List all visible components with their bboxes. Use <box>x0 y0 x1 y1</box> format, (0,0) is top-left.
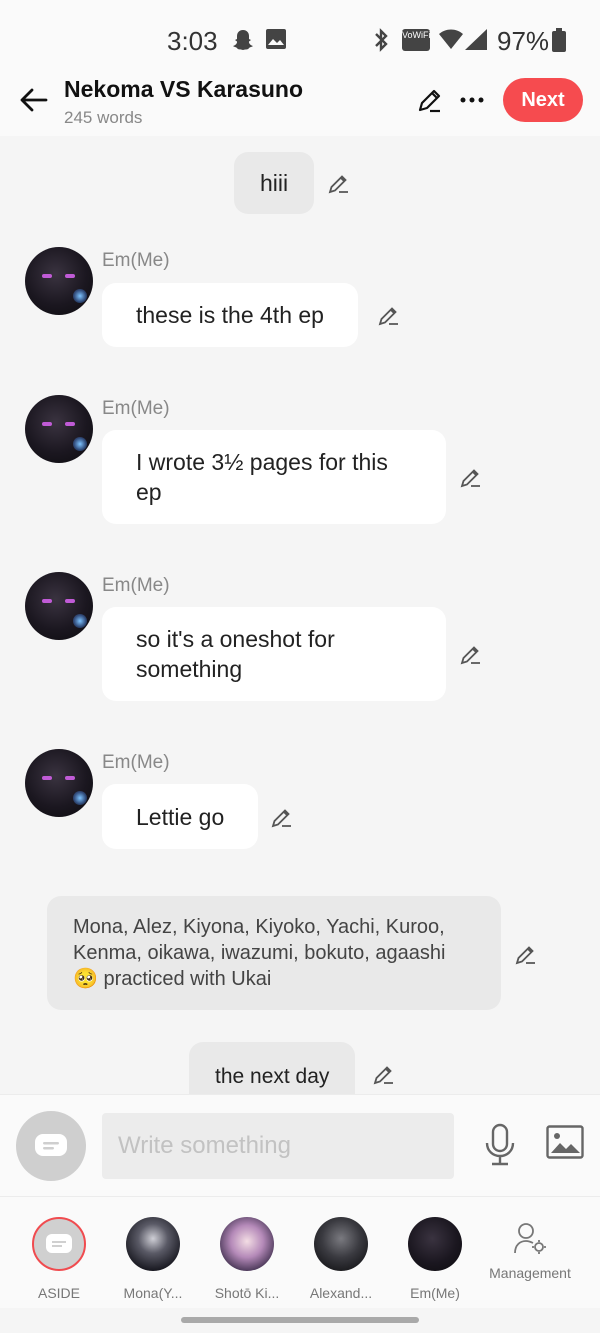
next-button[interactable]: Next <box>503 78 583 122</box>
message-text: these is the 4th ep <box>136 302 324 328</box>
composer <box>0 1094 600 1196</box>
narration-bubble[interactable]: Mona, Alez, Kiyona, Kiyoko, Yachi, Kuroo… <box>47 896 501 1010</box>
character-aside[interactable]: ASIDE <box>13 1217 105 1301</box>
story-title: Nekoma VS Karasuno <box>64 76 304 102</box>
back-arrow-icon[interactable] <box>16 82 52 118</box>
aside-avatar <box>32 1217 86 1271</box>
status-bar: 3:03 VoWiFi 97% <box>0 0 600 76</box>
app-header: Nekoma VS Karasuno 245 words Next <box>0 76 600 136</box>
avatar <box>220 1217 274 1271</box>
user-settings-icon <box>514 1223 546 1254</box>
character-shoto[interactable]: Shotō Ki... <box>201 1217 293 1301</box>
battery-icon <box>552 28 566 52</box>
message-text: so it's a oneshot for something <box>136 626 335 682</box>
character-name: Em(Me) <box>102 250 170 271</box>
snapchat-icon <box>233 30 253 50</box>
bluetooth-icon <box>375 28 388 52</box>
character-label: ASIDE <box>37 1285 80 1301</box>
aside-toggle-button[interactable] <box>16 1111 86 1181</box>
chat-area[interactable]: hiii Em(Me) these is the 4th ep Em(Me) I… <box>0 136 600 1094</box>
avatar[interactable] <box>25 572 93 640</box>
message-bubble[interactable]: these is the 4th ep <box>102 283 358 347</box>
edit-pen-icon[interactable] <box>327 171 351 195</box>
character-em[interactable]: Em(Me) <box>389 1217 481 1301</box>
message-text: the next day <box>215 1065 330 1088</box>
wifi-icon <box>439 29 463 49</box>
center-message-bubble[interactable]: hiii <box>234 152 315 214</box>
character-management[interactable]: Management <box>484 1221 576 1281</box>
avatar[interactable] <box>25 749 93 817</box>
message-text: I wrote 3½ pages for this ep <box>136 449 388 505</box>
more-options-icon[interactable] <box>458 88 486 112</box>
battery-percentage: 97% <box>497 26 550 56</box>
character-label: Mona(Y... <box>123 1285 183 1301</box>
status-time: 3:03 <box>167 26 218 56</box>
microphone-icon[interactable] <box>480 1123 520 1167</box>
signal-icon <box>465 29 487 50</box>
center-message-bubble[interactable]: the next day <box>189 1042 356 1094</box>
avatar <box>314 1217 368 1271</box>
edit-pen-icon[interactable] <box>377 303 401 327</box>
character-name: Em(Me) <box>102 575 170 596</box>
character-name: Em(Me) <box>102 752 170 773</box>
character-selector: ASIDE Mona(Y... Shotō Ki... Alexand... E… <box>0 1196 600 1308</box>
avatar[interactable] <box>25 247 93 315</box>
message-bubble[interactable]: I wrote 3½ pages for this ep <box>102 430 446 524</box>
character-name: Em(Me) <box>102 398 170 419</box>
speech-bubble-icon <box>46 1234 72 1253</box>
character-mona[interactable]: Mona(Y... <box>107 1217 199 1301</box>
message-bubble[interactable]: so it's a oneshot for something <box>102 607 446 701</box>
character-label: Shotō Ki... <box>214 1285 280 1301</box>
avatar <box>126 1217 180 1271</box>
narration-text: Mona, Alez, Kiyona, Kiyoko, Yachi, Kuroo… <box>73 916 446 990</box>
message-text: hiii <box>260 170 289 196</box>
edit-pen-icon[interactable] <box>372 1062 396 1086</box>
image-icon[interactable] <box>546 1125 584 1159</box>
word-count: 245 words <box>64 108 143 127</box>
edit-pen-icon[interactable] <box>416 86 444 114</box>
message-text: Lettie go <box>136 803 225 830</box>
vowifi-badge: VoWiFi <box>402 29 431 51</box>
edit-pen-icon[interactable] <box>459 465 483 489</box>
home-indicator[interactable] <box>181 1317 419 1323</box>
character-label: Management <box>489 1265 571 1281</box>
edit-pen-icon[interactable] <box>270 805 294 829</box>
gallery-icon <box>266 29 286 49</box>
message-bubble[interactable]: Lettie go <box>102 784 259 849</box>
avatar <box>408 1217 462 1271</box>
message-input[interactable] <box>102 1113 454 1179</box>
avatar[interactable] <box>25 395 93 463</box>
character-label: Em(Me) <box>410 1285 460 1301</box>
speech-bubble-icon <box>35 1134 67 1156</box>
edit-pen-icon[interactable] <box>514 942 538 966</box>
character-alexand[interactable]: Alexand... <box>295 1217 387 1301</box>
edit-pen-icon[interactable] <box>459 642 483 666</box>
character-label: Alexand... <box>309 1285 373 1301</box>
